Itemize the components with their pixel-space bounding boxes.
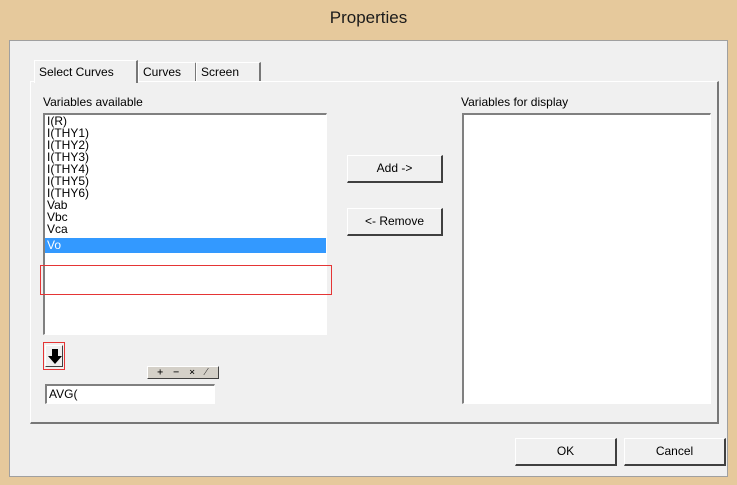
cancel-button[interactable]: Cancel [624, 438, 726, 466]
list-item[interactable]: Vbc [45, 211, 326, 223]
variables-available-list[interactable]: I(R) I(THY1) I(THY2) I(THY3) I(THY4) I(THY5) I… [43, 113, 327, 335]
tab-label: Select Curves [39, 65, 114, 79]
remove-button-label: <- Remove [364, 214, 425, 228]
add-button[interactable]: Add -> [347, 155, 443, 183]
tab-panel: Variables available I(R) I(THY1) I(THY2) I(… [30, 81, 719, 424]
list-item[interactable]: I(THY6) [45, 187, 326, 199]
remove-button[interactable]: <- Remove [347, 208, 443, 236]
list-item[interactable]: Vo [45, 238, 326, 253]
tab-label: Curves [143, 65, 182, 79]
variables-for-display-list[interactable] [462, 113, 711, 404]
expression-input[interactable]: AVG( [45, 384, 215, 404]
insert-variable-button[interactable] [45, 345, 63, 367]
ok-button[interactable]: OK [515, 438, 617, 466]
cancel-button-label: Cancel [655, 444, 694, 458]
tab-select-curves[interactable]: Select Curves [34, 60, 138, 83]
selection-highlight-box [40, 265, 332, 295]
arrow-down-icon [48, 349, 62, 364]
ok-button-label: OK [556, 444, 575, 458]
add-button-label: Add -> [376, 161, 413, 175]
tab-screen[interactable]: Screen [196, 62, 261, 82]
expression-value: AVG( [49, 387, 78, 401]
list-item[interactable]: Vab [45, 199, 326, 211]
title-bar: Properties [0, 0, 737, 40]
tab-curves[interactable]: Curves [138, 62, 197, 82]
dialog-body: Select Curves Curves Screen Variables av… [9, 40, 728, 477]
list-items: I(R) I(THY1) I(THY2) I(THY3) I(THY4) I(THY5) I… [45, 115, 326, 253]
variables-available-label: Variables available [43, 95, 143, 109]
window-title: Properties [329, 8, 408, 27]
operator-toolbar[interactable]: + − × ⁄ ... [147, 366, 219, 389]
list-item[interactable]: Vca [45, 223, 326, 235]
variables-for-display-label: Variables for display [461, 95, 569, 109]
tab-label: Screen [201, 65, 240, 79]
